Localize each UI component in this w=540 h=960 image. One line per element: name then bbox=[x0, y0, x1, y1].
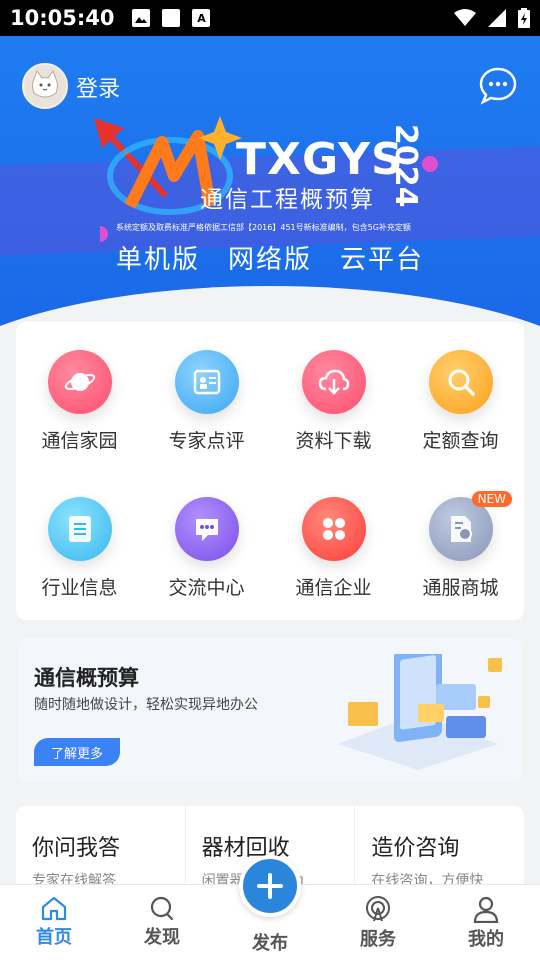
bottom-nav: 首页 发现 发布 服务 我的 bbox=[0, 855, 540, 960]
nav-home[interactable]: 首页 bbox=[0, 885, 108, 960]
qa-title: 你问我答 bbox=[32, 836, 121, 861]
status-left-icons: A bbox=[132, 9, 211, 27]
nav-label: 服务 bbox=[360, 929, 396, 950]
avatar[interactable] bbox=[22, 63, 68, 109]
grid-label: 通服商城 bbox=[422, 577, 499, 599]
a-icon: A bbox=[192, 9, 211, 27]
nav-service[interactable]: 服务 bbox=[324, 885, 432, 960]
new-badge: NEW bbox=[471, 491, 512, 507]
status-time: 10:05:40 bbox=[10, 6, 115, 30]
grid-label: 交流中心 bbox=[168, 577, 245, 599]
grid-item-expert-review[interactable]: 专家点评 bbox=[143, 350, 270, 473]
discover-icon bbox=[150, 896, 174, 921]
battery-icon bbox=[518, 8, 530, 28]
chat-bubble-icon[interactable] bbox=[478, 66, 518, 106]
grid-label: 资料下载 bbox=[295, 430, 372, 452]
grid-label: 专家点评 bbox=[168, 430, 245, 452]
promo-card[interactable]: 通信概预算 随时随地做设计，轻松实现异地办公 了解更多 bbox=[18, 638, 522, 782]
search-icon bbox=[428, 350, 493, 414]
version-cloud: 云平台 bbox=[340, 245, 425, 275]
nav-label: 我的 bbox=[468, 929, 504, 950]
brand-title: TXGYS bbox=[236, 134, 404, 185]
hero-banner[interactable]: 登录 TXGYS 2024 通信工程概预算 系统定额及取费标准严格依据工信部【2… bbox=[0, 36, 540, 366]
grid-item-quota-query[interactable]: 定额查询 bbox=[397, 350, 524, 473]
nav-label: 首页 bbox=[36, 927, 72, 948]
grid-label: 通信家园 bbox=[41, 430, 118, 452]
grid-item-shop[interactable]: NEW 通服商城 bbox=[397, 491, 524, 620]
promo-description: 随时随地做设计，轻松实现异地办公 bbox=[34, 697, 258, 713]
expert-card-icon bbox=[174, 350, 239, 414]
nav-label: 发布 bbox=[252, 933, 288, 954]
cloud-download-icon bbox=[301, 350, 366, 414]
nav-discover[interactable]: 发现 bbox=[108, 885, 216, 960]
grid-item-industry-info[interactable]: 行业信息 bbox=[16, 497, 143, 620]
home-icon bbox=[41, 896, 67, 921]
grid-item-telecom-enterprise[interactable]: 通信企业 bbox=[270, 497, 397, 620]
login-link[interactable]: 登录 bbox=[76, 71, 120, 103]
feature-grid: 通信家园 专家点评 资料下载 定额查询 行业信息 交流中心 通信企业 NEW 通… bbox=[16, 322, 524, 620]
grid-item-exchange-center[interactable]: 交流中心 bbox=[143, 497, 270, 620]
version-standalone: 单机版 bbox=[116, 245, 201, 275]
office-illustration bbox=[338, 654, 502, 770]
brand-subtitle: 通信工程概预算 bbox=[200, 187, 375, 213]
grid-label: 行业信息 bbox=[41, 577, 118, 599]
brand-year: 2024 bbox=[388, 124, 423, 208]
nav-publish[interactable]: 发布 bbox=[216, 855, 324, 960]
grid-label: 通信企业 bbox=[295, 577, 372, 599]
qa-title: 造价咨询 bbox=[371, 836, 460, 861]
grid-item-downloads[interactable]: 资料下载 bbox=[270, 350, 397, 473]
status-right-icons bbox=[454, 8, 530, 28]
square-icon bbox=[162, 9, 181, 27]
nav-mine[interactable]: 我的 bbox=[432, 885, 540, 960]
nav-label: 发现 bbox=[144, 927, 180, 948]
service-icon bbox=[366, 896, 390, 922]
signal-icon bbox=[488, 9, 506, 27]
brand-note: 系统定额及取费标准严格依据工信部【2016】451号新标准编制，包含5G补充定额 bbox=[116, 223, 411, 232]
image-icon bbox=[132, 9, 151, 27]
document-icon bbox=[47, 497, 112, 561]
chat-dots-icon bbox=[174, 497, 239, 561]
learn-more-button[interactable]: 了解更多 bbox=[34, 738, 120, 766]
version-network: 网络版 bbox=[228, 245, 313, 275]
grid-item-community[interactable]: 通信家园 bbox=[16, 350, 143, 473]
grid-label: 定额查询 bbox=[422, 430, 499, 452]
planet-icon bbox=[47, 350, 112, 414]
plus-icon[interactable] bbox=[239, 855, 301, 917]
avatar-icon bbox=[32, 69, 58, 98]
user-icon bbox=[473, 896, 499, 923]
status-bar: 10:05:40 A bbox=[0, 0, 540, 36]
clover-icon bbox=[301, 497, 366, 561]
version-list: 单机版 网络版 云平台 bbox=[116, 239, 424, 276]
wifi-icon bbox=[454, 9, 476, 26]
promo-title: 通信概预算 bbox=[34, 666, 139, 690]
